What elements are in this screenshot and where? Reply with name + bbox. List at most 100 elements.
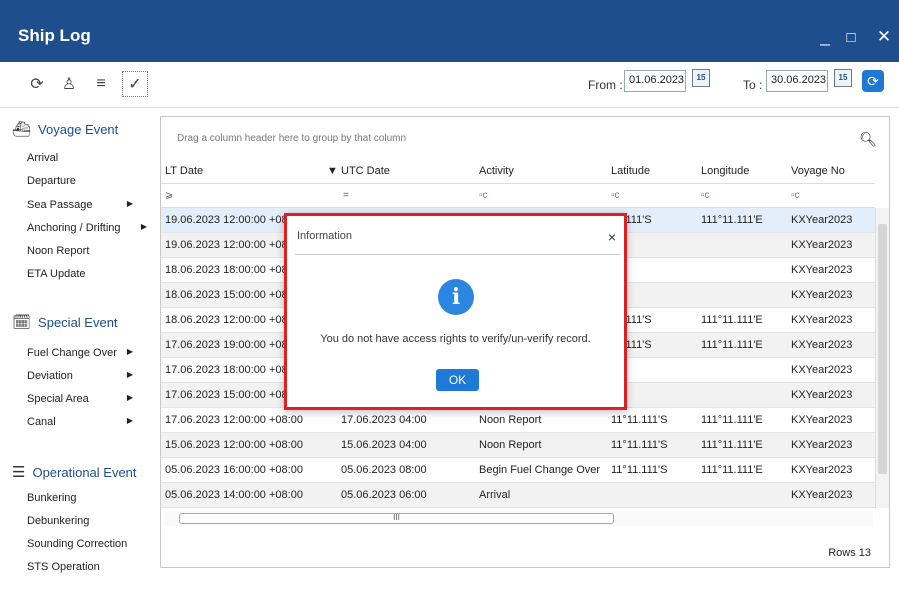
cell-utc-date: 05.06.2023 06:00	[341, 489, 427, 501]
table-row[interactable]: 05.06.2023 14:00:00 +08:00 05.06.2023 06:…	[161, 483, 875, 508]
chevron-right-icon: ▶	[126, 416, 133, 425]
sidebar-item-noon-report[interactable]: Noon Report	[27, 245, 145, 257]
sidebar-item-canal[interactable]: Canal ▶	[27, 416, 145, 428]
cell-voyage-no: KXYear2023	[791, 489, 853, 501]
refresh-icon[interactable]: ⟳	[24, 71, 50, 97]
dialog-message: You do not have access rights to verify/…	[320, 333, 591, 345]
sidebar-item-special-area[interactable]: Special Area ▶	[27, 393, 145, 405]
calendar-clock-icon: 🗓	[12, 314, 32, 331]
window-title: Ship Log	[18, 26, 91, 45]
cell-lt-date: 18.06.2023 15:00:00 +08:	[165, 289, 291, 301]
cell-activity: Noon Report	[479, 439, 542, 451]
ok-button[interactable]: OK	[436, 369, 479, 391]
chevron-right-icon: ▶	[126, 347, 133, 356]
from-calendar-icon[interactable]: 15	[692, 69, 710, 87]
cell-voyage-no: KXYear2023	[791, 314, 853, 326]
cell-longitude: 111°11.111'E	[701, 414, 763, 426]
sidebar-item-fuel-change-over[interactable]: Fuel Change Over ▶	[27, 347, 145, 359]
sidebar-item-arrival[interactable]: Arrival	[27, 152, 145, 164]
column-header-activity[interactable]: Activity	[479, 165, 514, 177]
special-event-title: Special Event	[38, 314, 118, 330]
voyage-event-title: Voyage Event	[38, 121, 119, 137]
to-label: To :	[743, 78, 763, 92]
cell-lt-date: 17.06.2023 18:00:00 +08:	[165, 364, 291, 376]
operational-event-header[interactable]: ☰ Operational Event	[12, 463, 137, 481]
operational-event-title: Operational Event	[32, 464, 137, 480]
cell-voyage-no: KXYear2023	[791, 414, 853, 426]
cell-lt-date: 18.06.2023 18:00:00 +08:	[165, 264, 291, 276]
verify-check-icon[interactable]: ✓	[122, 71, 148, 97]
sidebar-item-departure[interactable]: Departure	[27, 175, 145, 187]
list-icon[interactable]: ≡	[88, 71, 114, 97]
sidebar-item-sounding-correction[interactable]: Sounding Correction	[27, 538, 145, 550]
cell-voyage-no: KXYear2023	[791, 439, 853, 451]
sidebar-item-deviation[interactable]: Deviation ▶	[27, 370, 145, 382]
grid-header-row: LT Date ▼ UTC Date Activity Latitude Lon…	[161, 160, 875, 184]
cell-latitude: 11°11.111'S	[611, 464, 668, 476]
sidebar-item-debunkering[interactable]: Debunkering	[27, 515, 145, 527]
cell-lt-date: 05.06.2023 16:00:00 +08:00	[165, 464, 303, 476]
vertical-scroll-thumb[interactable]	[878, 224, 887, 474]
sidebar: ⛴ Voyage Event Arrival Departure Sea Pas…	[0, 108, 155, 614]
from-date-field[interactable]: 01.06.2023	[624, 70, 686, 92]
column-header-latitude[interactable]: Latitude	[611, 165, 650, 177]
filter-operator-lt-date[interactable]: ⩾	[165, 190, 173, 201]
cell-activity: Arrival	[479, 489, 511, 501]
cell-longitude: 111°11.111'E	[701, 464, 763, 476]
checklist-icon: ☰	[12, 464, 26, 481]
to-calendar-icon[interactable]: 15	[834, 69, 852, 87]
ship-icon: ⛴	[12, 121, 32, 138]
chevron-right-icon: ▶	[126, 393, 133, 402]
maximize-button[interactable]: □	[836, 22, 866, 52]
cell-lt-date: 19.06.2023 12:00:00 +08:	[165, 239, 291, 251]
table-row[interactable]: 15.06.2023 12:00:00 +08:00 15.06.2023 04:…	[161, 433, 875, 458]
filter-operator-voyage-no[interactable]: ▫c	[791, 190, 800, 201]
chevron-right-icon: ▶	[140, 222, 147, 231]
sidebar-item-eta-update[interactable]: ETA Update	[27, 268, 145, 280]
cell-lt-date: 18.06.2023 12:00:00 +08:	[165, 314, 291, 326]
ship-log-window: Ship Log _ □ ✕ ⟳ ♙ ≡ ✓ From : 01.06.2023…	[0, 0, 899, 614]
sidebar-item-sts-operation[interactable]: STS Operation	[27, 561, 145, 573]
cell-activity: Begin Fuel Change Over	[479, 464, 601, 476]
filter-operator-latitude[interactable]: ▫c	[611, 190, 620, 201]
cell-lt-date: 05.06.2023 14:00:00 +08:00	[165, 489, 303, 501]
cell-latitude: 11°11.111'S	[611, 439, 668, 451]
vertical-scrollbar[interactable]	[875, 208, 889, 508]
toolbar: ⟳ ♙ ≡ ✓ From : 01.06.2023 15 To : 30.06.…	[0, 62, 899, 108]
group-panel-hint[interactable]: Drag a column header here to group by th…	[177, 133, 406, 144]
title-bar: Ship Log _ □ ✕	[0, 0, 899, 62]
table-row[interactable]: 05.06.2023 16:00:00 +08:00 05.06.2023 08:…	[161, 458, 875, 483]
info-icon: i	[438, 279, 474, 315]
horizontal-scroll-thumb[interactable]: III	[179, 513, 614, 524]
horizontal-scrollbar[interactable]: III	[165, 512, 873, 526]
cell-voyage-no: KXYear2023	[791, 364, 853, 376]
filter-operator-utc-date[interactable]: =	[343, 190, 349, 201]
person-icon[interactable]: ♙	[56, 71, 82, 97]
cell-voyage-no: KXYear2023	[791, 239, 853, 251]
sidebar-item-bunkering[interactable]: Bunkering	[27, 492, 145, 504]
filter-operator-activity[interactable]: ▫c	[479, 190, 488, 201]
rows-count: Rows 13	[828, 547, 871, 559]
to-date-field[interactable]: 30.06.2023	[766, 70, 828, 92]
dialog-title: Information	[297, 230, 353, 242]
cell-voyage-no: KXYear2023	[791, 339, 853, 351]
close-window-button[interactable]: ✕	[869, 22, 899, 52]
voyage-event-header[interactable]: ⛴ Voyage Event	[12, 120, 118, 138]
cell-utc-date: 17.06.2023 04:00	[341, 414, 427, 426]
apply-refresh-button[interactable]: ⟳	[862, 70, 884, 92]
sidebar-item-anchoring-drifting[interactable]: Anchoring / Drifting ▶	[27, 222, 147, 234]
cell-utc-date: 05.06.2023 08:00	[341, 464, 427, 476]
cell-longitude: 111°11.111'E	[701, 339, 763, 351]
cell-lt-date: 17.06.2023 19:00:00 +08:	[165, 339, 291, 351]
special-event-header[interactable]: 🗓 Special Event	[12, 313, 118, 331]
dialog-close-icon[interactable]: ×	[608, 229, 616, 245]
column-header-longitude[interactable]: Longitude	[701, 165, 749, 177]
column-header-voyage-no[interactable]: Voyage No	[791, 165, 845, 177]
column-header-lt-date[interactable]: LT Date	[165, 165, 203, 177]
column-header-utc-date[interactable]: UTC Date	[341, 165, 390, 177]
cell-voyage-no: KXYear2023	[791, 289, 853, 301]
table-row[interactable]: 17.06.2023 12:00:00 +08:00 17.06.2023 04:…	[161, 408, 875, 433]
sidebar-item-sea-passage[interactable]: Sea Passage ▶	[27, 199, 145, 211]
search-icon[interactable]: 🔍︎	[859, 131, 877, 148]
filter-operator-longitude[interactable]: ▫c	[701, 190, 710, 201]
